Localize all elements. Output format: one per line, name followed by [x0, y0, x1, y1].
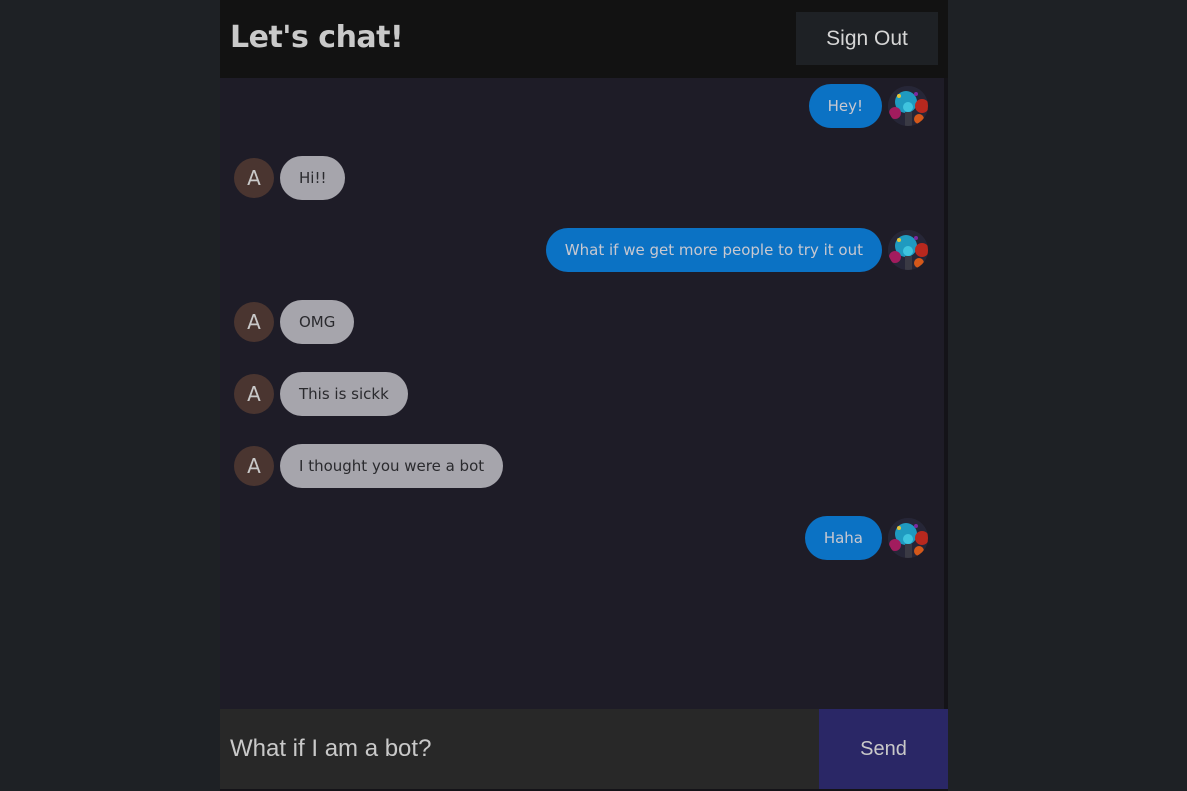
- contact-avatar: A: [234, 374, 274, 414]
- app-header: Let's chat! Sign Out: [220, 0, 948, 78]
- message-list[interactable]: Hey! A Hi!! What if we get more people t…: [220, 78, 944, 709]
- message-bubble: I thought you were a bot: [280, 444, 504, 488]
- message-sent: What if we get more people to try it out: [545, 228, 928, 272]
- contact-avatar: A: [234, 446, 274, 486]
- user-avatar-icon: [888, 86, 928, 126]
- message-bubble: Hey!: [808, 84, 882, 128]
- message-bubble: OMG: [280, 300, 355, 344]
- message-received: A OMG: [234, 300, 355, 344]
- message-sent: Haha: [804, 516, 928, 560]
- user-avatar-icon: [888, 518, 928, 558]
- contact-avatar: A: [234, 158, 274, 198]
- user-avatar-icon: [888, 230, 928, 270]
- message-bubble: This is sickk: [280, 372, 408, 416]
- chat-app: Let's chat! Sign Out Hey! A Hi!! What if…: [220, 0, 948, 791]
- message-received: A This is sickk: [234, 372, 408, 416]
- send-button[interactable]: Send: [819, 709, 948, 789]
- message-received: A I thought you were a bot: [234, 444, 504, 488]
- message-bubble: Haha: [804, 516, 882, 560]
- message-bubble: Hi!!: [280, 156, 346, 200]
- page-title: Let's chat!: [230, 20, 404, 55]
- scrollbar-track[interactable]: [944, 78, 948, 709]
- message-input[interactable]: [220, 709, 819, 789]
- message-bubble: What if we get more people to try it out: [545, 228, 882, 272]
- message-composer: Send: [220, 709, 948, 789]
- sign-out-button[interactable]: Sign Out: [796, 12, 938, 65]
- contact-avatar: A: [234, 302, 274, 342]
- message-sent: Hey!: [808, 84, 928, 128]
- message-received: A Hi!!: [234, 156, 346, 200]
